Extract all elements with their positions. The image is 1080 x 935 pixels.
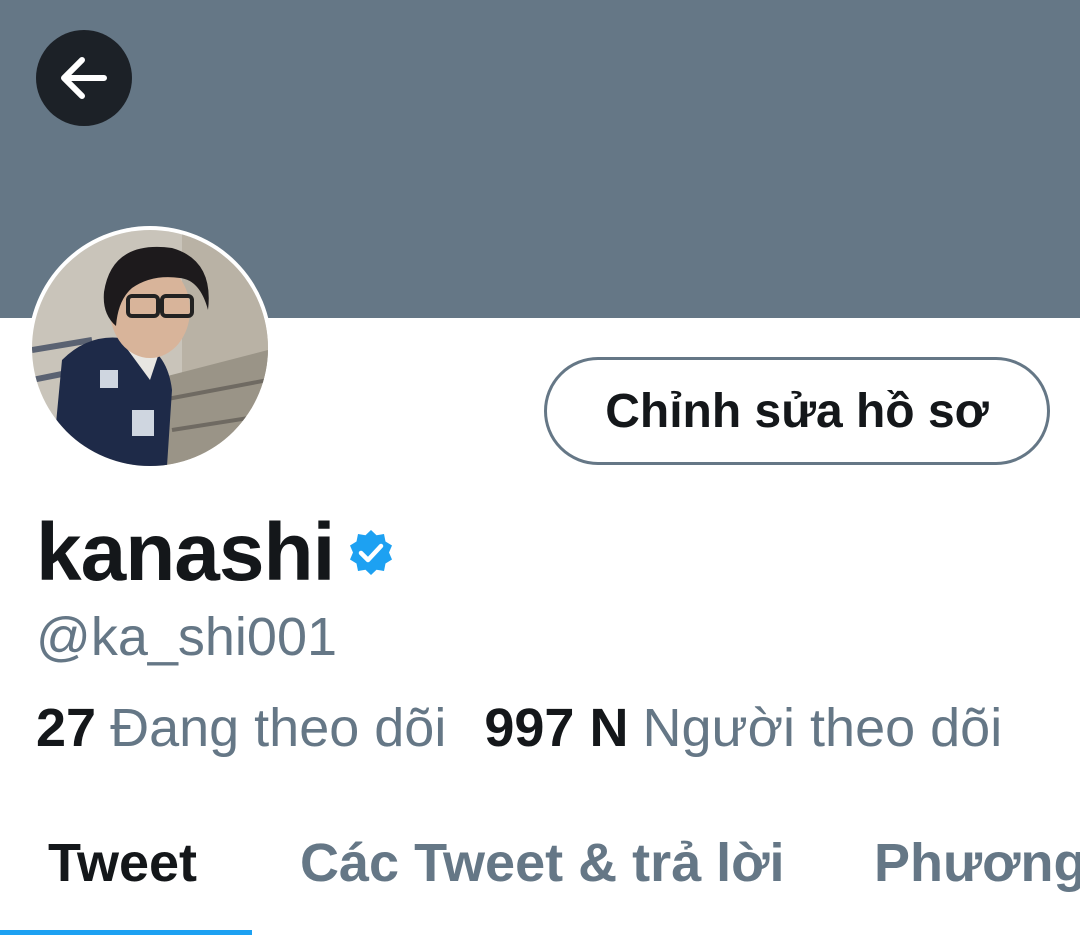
tab-tweets-and-replies[interactable]: Các Tweet & trả lời <box>300 832 785 894</box>
back-button[interactable] <box>36 30 132 126</box>
avatar[interactable] <box>28 226 272 470</box>
followers-count: 997 N <box>484 698 629 758</box>
profile-tabs: Tweet Các Tweet & trả lời Phương <box>0 800 1080 935</box>
tab-media[interactable]: Phương <box>874 832 1080 894</box>
display-name-row: kanashi <box>36 507 396 598</box>
display-name: kanashi <box>36 507 335 598</box>
follow-stats: 27 Đang theo dõi 997 N Người theo dõi <box>36 696 1002 760</box>
following-label: Đang theo dõi <box>110 698 447 758</box>
following-stat[interactable]: 27 Đang theo dõi <box>36 697 446 759</box>
following-count: 27 <box>36 698 97 758</box>
tab-tweets[interactable]: Tweet <box>48 832 197 894</box>
active-tab-indicator <box>0 930 252 935</box>
verified-badge-icon <box>350 530 393 575</box>
followers-label: Người theo dõi <box>642 698 1003 758</box>
edit-profile-button[interactable]: Chỉnh sửa hồ sơ <box>544 357 1050 465</box>
arrow-left-icon <box>61 57 107 99</box>
followers-stat[interactable]: 997 N Người theo dõi <box>484 697 1002 759</box>
avatar-photo <box>32 230 268 466</box>
profile-screen: Chỉnh sửa hồ sơ kanashi @ka_shi001 27 Đa… <box>0 0 1080 935</box>
username-handle: @ka_shi001 <box>36 607 338 667</box>
